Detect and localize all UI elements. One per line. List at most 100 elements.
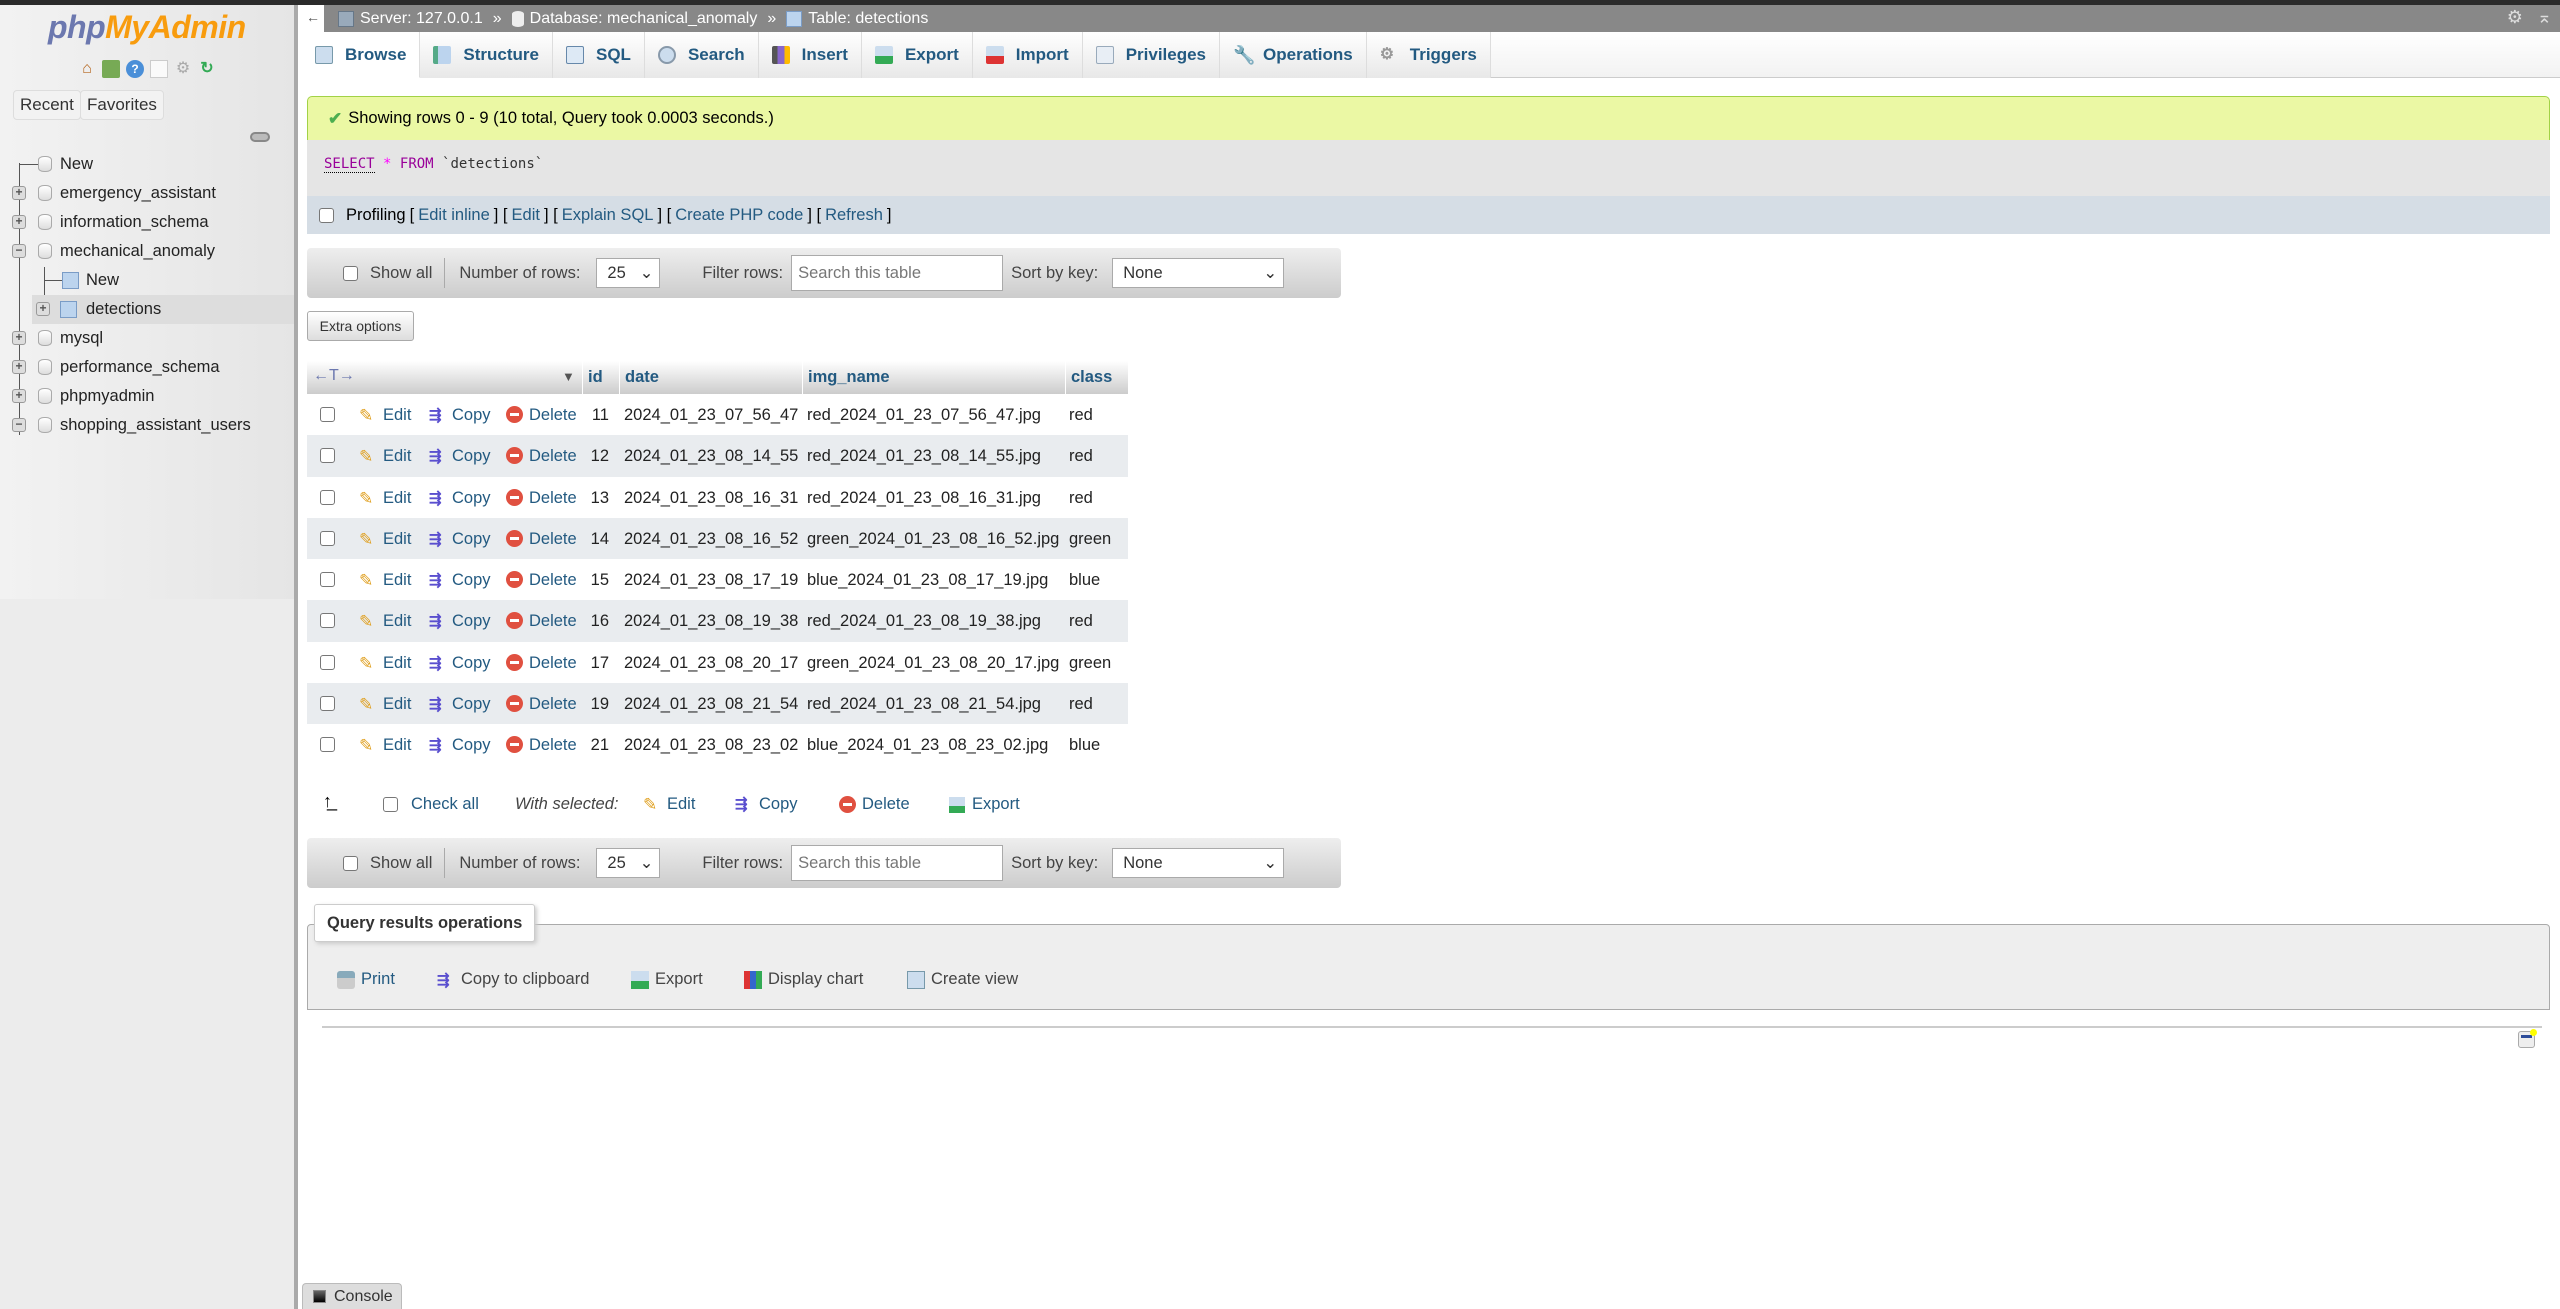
collapse-icon[interactable]: − [12,418,26,432]
delete-button[interactable]: Delete [529,406,577,425]
row-checkbox[interactable] [320,572,335,588]
row-checkbox[interactable] [320,489,335,505]
delete-button[interactable]: Delete [529,654,577,673]
cell-class[interactable]: red [1069,489,1093,508]
copy-to-clipboard-button[interactable]: ⇶ Copy to clipboard [437,970,589,989]
edit-button[interactable]: Edit [383,406,411,425]
sort-by-key-select[interactable]: None ⌄ [1112,258,1285,288]
cell-img-name[interactable]: red_2024_01_23_08_19_38.jpg [807,612,1041,631]
tree-item-shopping-assistant-users[interactable]: − shopping_assistant_users [0,411,294,440]
cell-class[interactable]: red [1069,406,1093,425]
cell-id[interactable]: 16 [589,612,609,631]
cell-class[interactable]: green [1069,530,1111,549]
row-checkbox[interactable] [320,613,335,629]
cell-id[interactable]: 11 [589,406,609,425]
cell-date[interactable]: 2024_01_23_08_20_17 [624,654,798,673]
tab-search[interactable]: Search [644,32,759,78]
tab-operations[interactable]: 🔧 Operations [1220,32,1367,78]
sort-by-key-select[interactable]: None ⌄ [1112,848,1285,878]
bulk-delete-button[interactable]: Delete [862,795,910,814]
extra-options-button[interactable]: Extra options [307,311,414,341]
expand-icon[interactable]: + [12,215,26,229]
cell-class[interactable]: green [1069,654,1111,673]
bulk-edit-button[interactable]: Edit [667,795,695,814]
sql-keyword-select[interactable]: SELECT [324,156,375,173]
expand-icon[interactable]: + [12,186,26,200]
copy-button[interactable]: Copy [452,571,491,590]
column-header-class[interactable]: class [1065,361,1112,394]
copy-button[interactable]: Copy [452,489,491,508]
tree-item-phpmyadmin[interactable]: + phpmyadmin [0,382,294,411]
cell-id[interactable]: 17 [589,654,609,673]
cell-img-name[interactable]: red_2024_01_23_08_14_55.jpg [807,447,1041,466]
create-view-button[interactable]: Create view [907,970,1018,989]
cell-img-name[interactable]: green_2024_01_23_08_20_17.jpg [807,654,1059,673]
edit-button[interactable]: Edit [383,695,411,714]
refresh-link[interactable]: Refresh [825,206,883,225]
filter-rows-input[interactable]: Search this table [791,255,1004,291]
cell-id[interactable]: 13 [589,489,609,508]
cell-img-name[interactable]: blue_2024_01_23_08_17_19.jpg [807,571,1048,590]
cell-id[interactable]: 19 [589,695,609,714]
tree-item-new-database[interactable]: New [0,150,294,179]
profiling-checkbox[interactable] [319,207,334,223]
row-checkbox[interactable] [320,407,335,422]
edit-link[interactable]: Edit [512,206,540,225]
show-all-checkbox[interactable] [343,855,358,871]
copy-button[interactable]: Copy [452,530,491,549]
column-header-id[interactable]: id [582,361,603,394]
favorites-tab[interactable]: Favorites [80,90,164,120]
check-all-checkbox[interactable] [383,797,398,812]
row-checkbox[interactable] [320,530,335,546]
row-checkbox[interactable] [320,448,335,464]
copy-button[interactable]: Copy [452,695,491,714]
copy-button[interactable]: Copy [452,406,491,425]
cell-class[interactable]: blue [1069,571,1100,590]
tab-insert[interactable]: Insert [758,32,862,78]
tree-item-new-table[interactable]: New [0,266,294,295]
console-toggle[interactable]: Console [302,1283,402,1309]
cell-class[interactable]: blue [1069,736,1100,755]
tree-item-mechanical-anomaly[interactable]: − mechanical_anomaly [0,237,294,266]
delete-button[interactable]: Delete [529,447,577,466]
cell-date[interactable]: 2024_01_23_07_56_47 [624,406,798,425]
tab-sql[interactable]: SQL [553,32,645,78]
tab-triggers[interactable]: ⚙ Triggers [1366,32,1491,78]
cell-date[interactable]: 2024_01_23_08_21_54 [624,695,798,714]
collapse-top-icon[interactable]: ⌅ [2537,7,2552,28]
tree-item-performance-schema[interactable]: + performance_schema [0,353,294,382]
bulk-export-button[interactable]: Export [972,795,1020,814]
breadcrumb-database[interactable]: Database: mechanical_anomaly [511,10,757,28]
copy-button[interactable]: Copy [452,736,491,755]
bulk-copy-button[interactable]: Copy [759,795,798,814]
number-of-rows-select[interactable]: 25 ⌄ [596,258,661,288]
filter-rows-input[interactable]: Search this table [791,845,1004,881]
check-all-label[interactable]: Check all [411,795,479,814]
edit-button[interactable]: Edit [383,489,411,508]
edit-button[interactable]: Edit [383,530,411,549]
edit-button[interactable]: Edit [383,736,411,755]
export-button[interactable]: Export [631,970,703,989]
tree-item-detections[interactable]: + detections [32,295,294,324]
cell-date[interactable]: 2024_01_23_08_16_52 [624,530,798,549]
cell-date[interactable]: 2024_01_23_08_23_02 [624,736,798,755]
reload-icon[interactable]: ↻ [198,60,216,78]
edit-button[interactable]: Edit [383,447,411,466]
delete-button[interactable]: Delete [529,695,577,714]
cell-img-name[interactable]: green_2024_01_23_08_16_52.jpg [807,530,1059,549]
cell-date[interactable]: 2024_01_23_08_14_55 [624,447,798,466]
row-checkbox[interactable] [320,737,335,753]
home-icon[interactable]: ⌂ [78,60,96,78]
expand-icon[interactable]: + [12,331,26,345]
cell-id[interactable]: 12 [589,447,609,466]
column-visibility-dropdown-icon[interactable]: ▼ [562,369,575,384]
edit-button[interactable]: Edit [383,612,411,631]
edit-button[interactable]: Edit [383,571,411,590]
recent-tab[interactable]: Recent [13,90,81,120]
delete-button[interactable]: Delete [529,489,577,508]
print-button[interactable]: Print [337,970,395,989]
cell-img-name[interactable]: blue_2024_01_23_08_23_02.jpg [807,736,1048,755]
cell-img-name[interactable]: red_2024_01_23_08_21_54.jpg [807,695,1041,714]
delete-button[interactable]: Delete [529,530,577,549]
cell-date[interactable]: 2024_01_23_08_16_31 [624,489,798,508]
